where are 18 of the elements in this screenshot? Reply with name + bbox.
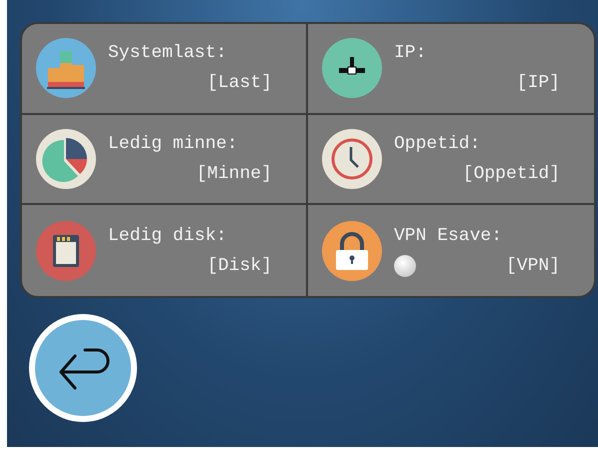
memory-card-icon	[36, 220, 96, 281]
field-label: VPN Esave:	[394, 224, 502, 248]
field-value: [Oppetid]	[462, 162, 560, 186]
field-value: [Last]	[207, 72, 272, 96]
bar-chart-icon	[36, 38, 96, 98]
field-label: Ledig disk:	[108, 224, 227, 248]
pie-chart-icon	[36, 128, 96, 189]
field-value: [VPN]	[506, 254, 560, 278]
network-connector-icon	[322, 38, 382, 98]
field-label: Ledig minne:	[108, 132, 238, 156]
padlock-icon	[322, 220, 382, 281]
field-label: IP:	[394, 42, 426, 66]
field-label: Systemlast:	[108, 42, 227, 66]
field-value: [Disk]	[207, 254, 272, 278]
field-value: [Minne]	[196, 162, 272, 186]
field-label: Oppetid:	[394, 132, 480, 156]
field-value: [IP]	[516, 72, 560, 96]
clock-icon	[322, 128, 382, 189]
